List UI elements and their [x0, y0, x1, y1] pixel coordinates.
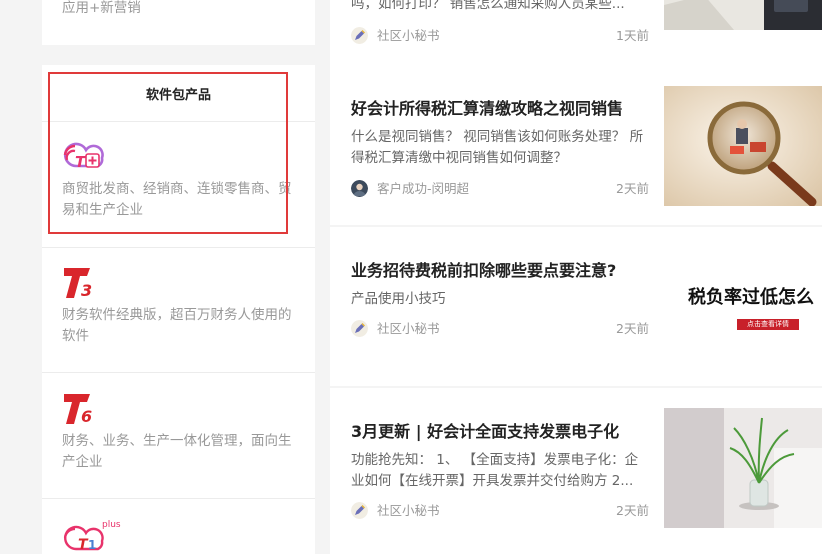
article-meta: 社区小秘书 1天前: [351, 27, 649, 45]
divider: [42, 247, 315, 248]
product-tplus[interactable]: T 商贸批发商、经销商、连锁零售商、贸易和生产企业: [62, 140, 302, 218]
article-thumbnail[interactable]: [664, 86, 822, 206]
pencil-avatar-icon[interactable]: [351, 27, 368, 44]
post-time: 2天前: [616, 503, 649, 518]
desk-card-image: [664, 0, 822, 30]
tplus-logo-icon: T: [63, 142, 104, 171]
article-thumbnail[interactable]: [664, 0, 822, 30]
author-name[interactable]: 客户成功-闵明超: [377, 180, 469, 197]
pencil-avatar-icon[interactable]: [351, 320, 368, 337]
divider: [42, 372, 315, 373]
next-article-edge: [330, 548, 822, 554]
article-thumbnail[interactable]: [664, 408, 822, 528]
article-title[interactable]: 业务招待费税前扣除哪些要点要注意?: [351, 257, 616, 281]
article-card[interactable]: 吗，如何打印？ 销售怎么通知采购人员某些... 社区小秘书 1天前: [330, 0, 822, 65]
article-meta: 社区小秘书 2天前: [351, 502, 649, 520]
person-avatar-icon[interactable]: [351, 180, 368, 197]
article-summary: 什么是视同销售？ 视同销售该如何账务处理？ 所得税汇算清缴中视同销售如何调整？: [351, 129, 644, 166]
product-t3[interactable]: 3 财务软件经典版，超百万财务人使用的软件: [62, 265, 302, 344]
product-desc: 财务、业务、生产一体化管理，面向生产企业: [62, 433, 292, 470]
t1-plus-logo-icon: T 1 plus: [63, 520, 121, 553]
t6-logo-icon: 6: [64, 394, 92, 425]
product-t6[interactable]: 6 财务、业务、生产一体化管理，面向生产企业: [62, 391, 302, 470]
article-card[interactable]: 3月更新 | 好会计全面支持发票电子化 功能抢先知： 1、 【全面支持】发票电子…: [330, 388, 822, 548]
author-name[interactable]: 社区小秘书: [377, 502, 440, 519]
article-meta: 客户成功-闵明超 2天前: [351, 180, 649, 198]
top-card-desc: 应用+新营销: [62, 0, 141, 16]
divider: [42, 498, 315, 499]
post-time: 1天前: [616, 28, 649, 43]
t6-logo-number: 6: [81, 407, 92, 425]
svg-text:T: T: [75, 153, 87, 171]
post-time: 2天前: [616, 321, 649, 336]
magnifier-image: [664, 86, 822, 206]
divider: [42, 121, 315, 122]
article-summary: 吗，如何打印？ 销售怎么通知采购人员某些...: [351, 0, 625, 12]
sidebar-top-card: 应用+新营销: [42, 0, 315, 45]
plus-sup-text: plus: [102, 520, 121, 530]
product-desc: 财务软件经典版，超百万财务人使用的软件: [62, 307, 292, 344]
thumbnail-detail-button: 点击查看详情: [737, 319, 799, 330]
author-name[interactable]: 社区小秘书: [377, 320, 440, 337]
author-name[interactable]: 社区小秘书: [377, 27, 440, 44]
pencil-avatar-icon[interactable]: [351, 502, 368, 519]
t3-logo-icon: 3: [64, 268, 92, 299]
t3-logo-number: 3: [81, 281, 92, 299]
article-title[interactable]: 好会计所得税汇算清缴攻略之视同销售: [351, 95, 623, 119]
article-summary: 功能抢先知： 1、 【全面支持】发票电子化：企业如何【在线开票】开具发票并交付给…: [351, 452, 639, 489]
post-time: 2天前: [616, 181, 649, 196]
section-title: 软件包产品: [145, 88, 211, 103]
article-summary: 产品使用小技巧: [351, 291, 446, 307]
software-products-card: 软件包产品 T 商贸批发商、经销商、连锁零售商、贸易和生产企业 3 财务软件经典…: [42, 65, 315, 554]
plant-image: [664, 408, 822, 528]
article-card[interactable]: 好会计所得税汇算清缴攻略之视同销售 什么是视同销售？ 视同销售该如何账务处理？ …: [330, 65, 822, 225]
product-desc: 商贸批发商、经销商、连锁零售商、贸易和生产企业: [62, 181, 292, 218]
article-thumbnail[interactable]: 税负率过低怎么 点击查看详情: [664, 247, 822, 367]
article-title[interactable]: 3月更新 | 好会计全面支持发票电子化: [351, 418, 619, 442]
svg-text:1: 1: [88, 538, 96, 552]
article-card[interactable]: 业务招待费税前扣除哪些要点要注意? 产品使用小技巧 社区小秘书 2天前 税负率过…: [330, 227, 822, 386]
thumbnail-headline: 税负率过低怎么: [688, 287, 814, 308]
product-t1-plus[interactable]: T 1 plus: [62, 515, 302, 553]
article-meta: 社区小秘书 2天前: [351, 320, 649, 338]
